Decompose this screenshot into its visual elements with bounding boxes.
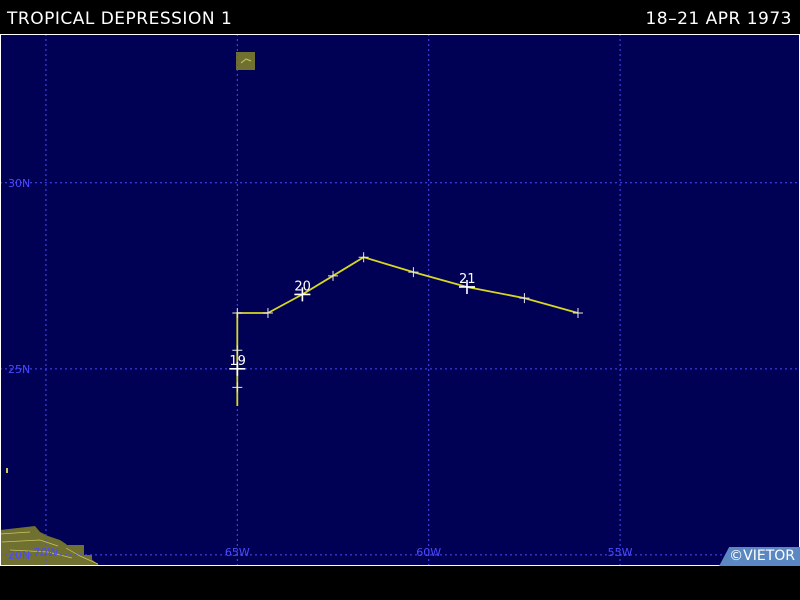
lat-label: 30N	[8, 177, 30, 190]
day-label: 19	[229, 354, 246, 369]
ocean-background	[0, 34, 800, 566]
track-map: 30N 25N 20N 70W 65W 60W 55W 19 20 21	[0, 34, 800, 566]
header-bar: TROPICAL DEPRESSION 1 18–21 APR 1973	[0, 0, 800, 34]
lon-label: 70W	[33, 546, 58, 559]
land-bermuda	[236, 52, 255, 70]
lon-label: 65W	[225, 546, 250, 559]
lat-label: 25N	[8, 363, 30, 376]
credit-badge: ©VIETOR	[719, 547, 800, 566]
footer-bar	[0, 566, 800, 600]
storm-title: TROPICAL DEPRESSION 1	[7, 9, 233, 29]
lat-label: 20N	[8, 549, 30, 562]
day-label: 21	[459, 272, 476, 287]
map-canvas: 30N 25N 20N 70W 65W 60W 55W 19 20 21	[0, 34, 800, 566]
land-islet	[6, 468, 8, 473]
storm-dates: 18–21 APR 1973	[645, 9, 792, 29]
lon-label: 55W	[608, 546, 633, 559]
lon-label: 60W	[416, 546, 441, 559]
day-label: 20	[294, 279, 311, 294]
